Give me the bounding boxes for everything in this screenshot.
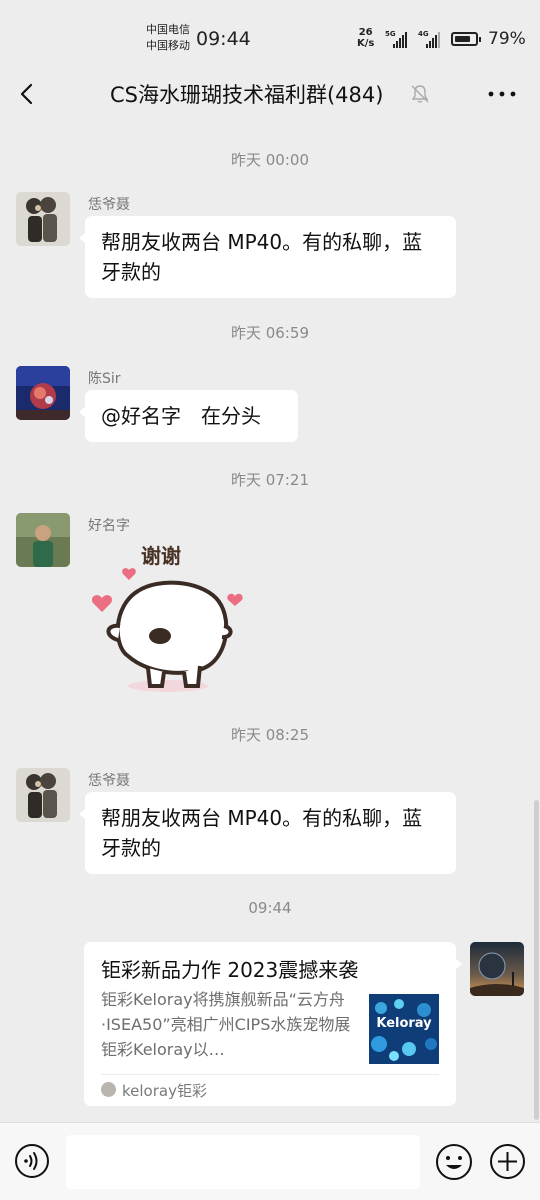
signal-4g-icon: 4G (418, 30, 446, 48)
avatar[interactable] (16, 768, 70, 822)
emoji-icon[interactable] (435, 1143, 473, 1181)
link-card-divider (101, 1074, 439, 1075)
battery-percent: 79% (488, 29, 526, 49)
link-card-description: 钜彩Keloray将携旗舰新品“云方舟·ISEA50”亮相广州CIPS水族宠物展… (101, 990, 351, 1059)
sticker-text: 谢谢 (141, 544, 181, 568)
chevron-left-icon[interactable] (14, 80, 42, 108)
avatar[interactable] (16, 366, 70, 420)
carrier-info: 中国电信 中国移动 (146, 22, 190, 54)
voice-icon[interactable] (14, 1143, 50, 1179)
plus-icon[interactable] (489, 1143, 526, 1180)
sender-name: 好名字 (88, 518, 130, 534)
timestamp: 09:44 (248, 899, 292, 917)
timestamp: 昨天 08:25 (231, 726, 309, 744)
scrollbar[interactable] (534, 800, 539, 1120)
sender-name: 陈Sir (88, 371, 121, 387)
more-icon[interactable] (486, 80, 518, 108)
link-card-thumbnail: Keloray (369, 994, 439, 1064)
battery-icon (451, 32, 481, 46)
message-bubble[interactable]: @好名字 在分头 (79, 390, 298, 442)
input-bar (0, 1122, 540, 1200)
timestamp: 昨天 06:59 (231, 324, 309, 342)
chat-title: CS海水珊瑚技术福利群(484) (110, 83, 384, 107)
timestamp: 昨天 00:00 (231, 151, 309, 169)
signal-5g-icon: 5G (385, 30, 413, 48)
avatar[interactable] (16, 192, 70, 246)
carrier-2: 中国移动 (146, 39, 190, 52)
link-card[interactable]: 钜彩新品力作 2023震撼来袭 钜彩Keloray将携旗舰新品“云方舟·ISEA… (84, 942, 462, 1106)
timestamp: 昨天 07:21 (231, 471, 309, 489)
carrier-1: 中国电信 (146, 23, 190, 36)
sender-name: 恁爷聂 (88, 773, 130, 789)
message-bubble[interactable]: 帮朋友收两台 MP40。有的私聊，蓝牙款的 (79, 792, 456, 874)
link-card-thumbnail-text: Keloray (376, 1016, 432, 1031)
my-avatar[interactable] (470, 942, 524, 996)
network-speed-unit: K/s (357, 38, 375, 49)
message-bubble[interactable]: 帮朋友收两台 MP40。有的私聊，蓝牙款的 (79, 216, 456, 298)
message-list[interactable]: 昨天 00:00 恁爷聂 帮朋友收两台 MP40。有的私聊，蓝牙款的 昨天 06… (0, 118, 540, 1122)
bell-off-icon (411, 85, 429, 103)
avatar[interactable] (16, 513, 70, 567)
sender-name: 恁爷聂 (88, 197, 130, 213)
link-card-source: keloray钜彩 (122, 1082, 207, 1100)
source-logo-icon (101, 1082, 116, 1097)
network-speed-value: 26 (358, 27, 373, 38)
link-card-title: 钜彩新品力作 2023震撼来袭 (101, 958, 359, 982)
network-speed: 26 K/s (357, 27, 374, 49)
status-bar: 中国电信 中国移动 09:44 26 K/s 5G 4G 79% (0, 0, 540, 72)
message-input[interactable] (66, 1135, 420, 1189)
status-time: 09:44 (196, 28, 251, 50)
chat-header: CS海水珊瑚技术福利群(484) (0, 72, 540, 118)
